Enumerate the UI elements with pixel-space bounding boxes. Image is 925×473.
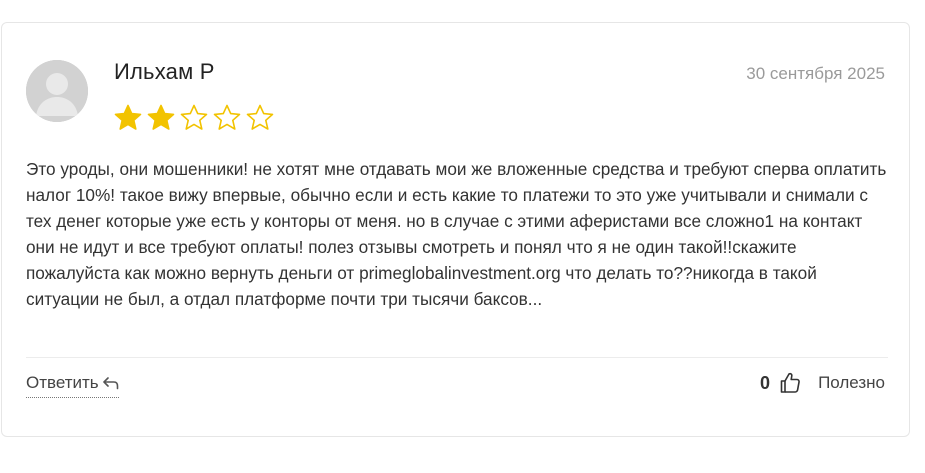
helpful-label[interactable]: Полезно (818, 373, 885, 393)
reply-arrow-icon (102, 377, 118, 390)
review-text: Это уроды, они мошенники! не хотят мне о… (26, 159, 887, 309)
star-empty-icon (180, 104, 208, 130)
star-rating (113, 103, 275, 133)
star-empty-icon (246, 104, 274, 130)
reply-label: Ответить (26, 373, 99, 392)
helpful-count: 0 (760, 372, 771, 393)
reply-button[interactable]: Ответить (26, 373, 119, 398)
helpful-section: 0 Полезно (760, 371, 885, 395)
star-filled-icon (114, 104, 142, 130)
user-silhouette-icon (26, 60, 88, 122)
review-card: Ильхам Р 30 сентября 2025 Это уроды, они… (1, 22, 910, 437)
star-filled-icon (147, 104, 175, 130)
star-empty-icon (213, 104, 241, 130)
divider (26, 357, 888, 358)
review-date: 30 сентября 2025 (746, 64, 885, 83)
avatar (26, 60, 88, 122)
thumbs-up-icon[interactable] (778, 371, 802, 395)
author-name: Ильхам Р (114, 59, 215, 84)
